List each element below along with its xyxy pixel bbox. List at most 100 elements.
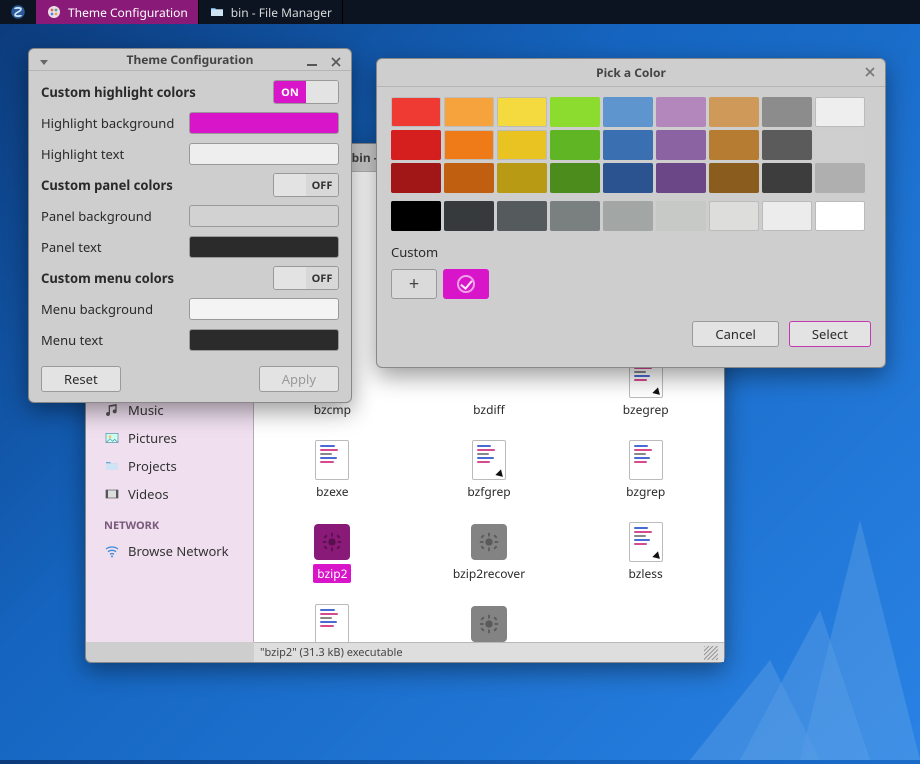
palette-color-swatch[interactable] xyxy=(815,130,865,160)
gray-color-swatch[interactable] xyxy=(656,201,706,231)
palette-color-swatch[interactable] xyxy=(709,130,759,160)
whisker-menu-button[interactable] xyxy=(0,0,36,24)
sidebar-item-pictures[interactable]: Pictures xyxy=(86,424,253,452)
minimize-icon[interactable] xyxy=(303,53,321,71)
palette-color-swatch[interactable] xyxy=(497,130,547,160)
palette-color-swatch[interactable] xyxy=(656,97,706,127)
add-custom-color-button[interactable]: + xyxy=(391,269,437,299)
file-label: bzexe xyxy=(312,482,352,501)
custom-section-label: Custom xyxy=(391,243,871,261)
file-item[interactable]: bzexe xyxy=(254,440,411,516)
file-item[interactable]: bzegrep xyxy=(567,358,724,434)
file-label: bzfgrep xyxy=(463,482,514,501)
resize-grip-icon[interactable] xyxy=(704,646,718,660)
script-icon xyxy=(626,440,666,480)
section-heading: Custom menu colors xyxy=(41,269,273,287)
gray-color-swatch[interactable] xyxy=(709,201,759,231)
file-item[interactable]: bzless xyxy=(567,522,724,598)
window-menu-icon[interactable] xyxy=(35,53,53,71)
color-picker-titlebar[interactable]: Pick a Color xyxy=(377,59,885,87)
file-item[interactable]: cat xyxy=(411,604,568,642)
checkmark-icon xyxy=(457,275,475,293)
highlight-toggle[interactable]: ON xyxy=(273,80,339,104)
taskbar-item-file-manager[interactable]: bin - File Manager xyxy=(199,0,343,24)
file-item[interactable]: bzip2 xyxy=(254,522,411,598)
gray-color-swatch[interactable] xyxy=(444,201,494,231)
color-swatch-button[interactable] xyxy=(189,143,339,165)
folder-icon xyxy=(104,458,120,474)
gray-color-swatch[interactable] xyxy=(550,201,600,231)
close-icon[interactable] xyxy=(327,53,345,71)
close-icon[interactable] xyxy=(861,63,879,81)
statusbar-text: "bzip2" (31.3 kB) executable xyxy=(260,645,403,660)
script_link-icon xyxy=(469,440,509,480)
taskbar-item-theme-config[interactable]: Theme Configuration xyxy=(36,0,199,24)
theme-config-titlebar[interactable]: Theme Configuration xyxy=(29,49,351,71)
palette-color-swatch[interactable] xyxy=(656,163,706,193)
palette-color-swatch[interactable] xyxy=(444,130,494,160)
file-label: bzgrep xyxy=(622,482,669,501)
file-item[interactable]: bzmore xyxy=(254,604,411,642)
palette-color-swatch[interactable] xyxy=(550,130,600,160)
color-swatch-button[interactable] xyxy=(189,205,339,227)
file-item[interactable]: bzfgrep xyxy=(411,440,568,516)
gray-color-swatch[interactable] xyxy=(815,201,865,231)
sidebar-item-browse-network[interactable]: Browse Network xyxy=(86,537,253,565)
pictures-icon xyxy=(104,430,120,446)
sidebar-item-projects[interactable]: Projects xyxy=(86,452,253,480)
select-button[interactable]: Select xyxy=(789,321,871,347)
gray-color-swatch[interactable] xyxy=(391,201,441,231)
palette-color-swatch[interactable] xyxy=(709,97,759,127)
color-swatch-button[interactable] xyxy=(189,329,339,351)
apply-button[interactable]: Apply xyxy=(259,366,339,392)
color-swatch-button[interactable] xyxy=(189,298,339,320)
menu-toggle[interactable]: OFF xyxy=(273,266,339,290)
palette-color-swatch[interactable] xyxy=(497,97,547,127)
palette-color-swatch[interactable] xyxy=(444,163,494,193)
file-item[interactable]: bzgrep xyxy=(567,440,724,516)
script-icon xyxy=(312,440,352,480)
palette-color-swatch[interactable] xyxy=(815,163,865,193)
color-picker-window: Pick a Color Custom + Cancel Select xyxy=(376,58,886,368)
color-swatch-button[interactable] xyxy=(189,236,339,258)
palette-color-swatch[interactable] xyxy=(815,97,865,127)
setting-label: Panel background xyxy=(41,207,189,225)
file-label: bzegrep xyxy=(619,400,673,419)
palette-color-swatch[interactable] xyxy=(603,97,653,127)
palette-color-swatch[interactable] xyxy=(391,97,441,127)
setting-label: Highlight text xyxy=(41,145,189,163)
palette-color-swatch[interactable] xyxy=(550,97,600,127)
palette-color-swatch[interactable] xyxy=(656,130,706,160)
gray-color-swatch[interactable] xyxy=(603,201,653,231)
file-item[interactable]: bzip2recover xyxy=(411,522,568,598)
palette-color-swatch[interactable] xyxy=(603,130,653,160)
panel-toggle[interactable]: OFF xyxy=(273,173,339,197)
current-custom-color-swatch[interactable] xyxy=(443,269,489,299)
file-manager-statusbar: "bzip2" (31.3 kB) executable xyxy=(254,642,724,662)
sidebar-item-videos[interactable]: Videos xyxy=(86,480,253,508)
file-label: bzdiff xyxy=(469,400,509,419)
gray-color-swatch[interactable] xyxy=(497,201,547,231)
palette-color-swatch[interactable] xyxy=(391,130,441,160)
file-label: bzip2 xyxy=(313,564,351,583)
palette-color-swatch[interactable] xyxy=(762,130,812,160)
palette-color-swatch[interactable] xyxy=(762,163,812,193)
top-panel: Theme Configuration bin - File Manager xyxy=(0,0,920,24)
file-item[interactable]: bzdiff xyxy=(411,358,568,434)
palette-color-swatch[interactable] xyxy=(762,97,812,127)
palette-color-swatch[interactable] xyxy=(444,97,494,127)
palette-color-swatch[interactable] xyxy=(497,163,547,193)
file-label: bzless xyxy=(625,564,667,583)
sidebar-item-label: Music xyxy=(128,401,164,419)
palette-color-swatch[interactable] xyxy=(709,163,759,193)
wifi-icon xyxy=(104,543,120,559)
gray-color-swatch[interactable] xyxy=(762,201,812,231)
color-swatch-button[interactable] xyxy=(189,112,339,134)
palette-color-swatch[interactable] xyxy=(603,163,653,193)
cancel-button[interactable]: Cancel xyxy=(692,321,778,347)
taskbar-item-label: Theme Configuration xyxy=(68,4,188,21)
palette-color-swatch[interactable] xyxy=(550,163,600,193)
palette-color-swatch[interactable] xyxy=(391,163,441,193)
sidebar-item-label: Browse Network xyxy=(128,542,229,560)
reset-button[interactable]: Reset xyxy=(41,366,121,392)
